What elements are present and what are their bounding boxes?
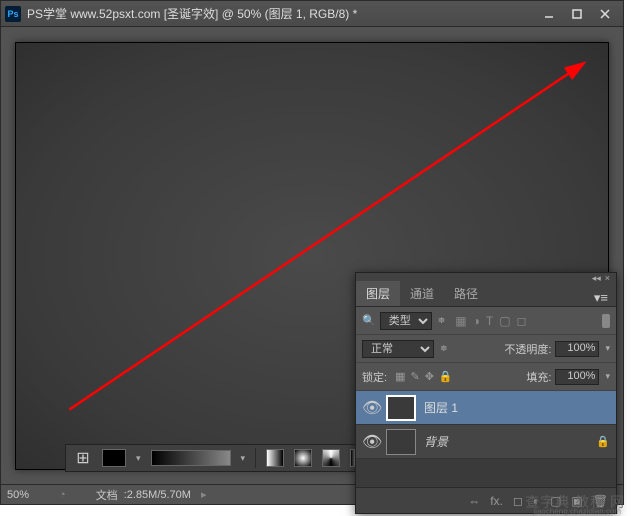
layer-filter-row: 🔍 类型 ≑ ▦ ◑ T ▢ ◻ [356, 307, 616, 335]
visibility-toggle-icon[interactable]: 👁 [362, 398, 378, 418]
close-button[interactable] [591, 4, 619, 24]
toolbar-divider [255, 448, 256, 468]
fill-dropdown-icon[interactable]: ▾ [605, 371, 610, 382]
blend-mode-select[interactable]: 正常 [362, 340, 434, 358]
lock-row: 锁定: ▦ ✎ ✥ 🔒 填充: 100% ▾ [356, 363, 616, 391]
layers-panel: ◂◂ × 图层 通道 路径 ▾≡ 🔍 类型 ≑ ▦ ◑ T ▢ ◻ 正常 ≑ 不… [355, 272, 617, 514]
foreground-color-swatch[interactable] [102, 449, 126, 467]
tab-layers[interactable]: 图层 [356, 281, 400, 306]
doc-size-dropdown-icon[interactable]: ▸ [201, 488, 207, 501]
filter-pixel-icon[interactable]: ▦ [455, 314, 466, 328]
gradient-preview[interactable] [151, 450, 231, 466]
zoom-level[interactable]: 50% [7, 489, 29, 501]
lock-label: 锁定: [362, 369, 387, 385]
panel-close-icon[interactable]: × [605, 273, 610, 283]
layer-item[interactable]: 👁 图层 1 [356, 391, 616, 425]
gradient-dropdown-icon[interactable]: ▾ [241, 453, 246, 464]
lock-transparent-icon[interactable]: ▦ [395, 370, 405, 383]
filter-smart-icon[interactable]: ◻ [517, 314, 527, 328]
fill-label: 填充: [526, 369, 551, 385]
window-title: PS学堂 www.52psxt.com [圣诞字效] @ 50% (图层 1, … [27, 5, 357, 22]
link-layers-icon[interactable]: ⇔ [468, 494, 480, 508]
blend-dropdown-icon[interactable]: ≑ [440, 343, 448, 354]
layer-list: 👁 图层 1 👁 背景 🔒 [356, 391, 616, 487]
layer-list-empty [356, 459, 616, 487]
tab-paths[interactable]: 路径 [444, 281, 488, 306]
panel-menu-icon[interactable]: ▾≡ [586, 290, 616, 306]
filter-toggle[interactable] [602, 314, 610, 328]
radial-gradient-button[interactable] [294, 449, 312, 467]
opacity-label: 不透明度: [504, 341, 551, 357]
filter-text-icon[interactable]: T [486, 314, 493, 328]
layer-name[interactable]: 图层 1 [424, 399, 610, 416]
filter-adjust-icon[interactable]: ◑ [473, 314, 480, 328]
layer-thumbnail[interactable] [386, 429, 416, 455]
titlebar: Ps PS学堂 www.52psxt.com [圣诞字效] @ 50% (图层 … [1, 1, 623, 27]
filter-kind-select[interactable]: 类型 [380, 312, 432, 330]
doc-size-label: 文档 [96, 487, 118, 503]
collapse-icon[interactable]: ◂◂ [592, 273, 601, 284]
opacity-dropdown-icon[interactable]: ▾ [605, 343, 610, 354]
lock-position-icon[interactable]: ✥ [425, 370, 434, 383]
panel-tabs: 图层 通道 路径 ▾≡ [356, 283, 616, 307]
hand-tool-icon[interactable]: ⊞ [74, 449, 92, 467]
lock-icon: 🔒 [596, 435, 610, 448]
search-kind-icon[interactable]: 🔍 [362, 314, 376, 327]
layer-name[interactable]: 背景 [424, 433, 588, 450]
filter-shape-icon[interactable]: ▢ [499, 314, 510, 328]
layer-fx-icon[interactable]: fx. [490, 494, 503, 508]
visibility-toggle-icon[interactable]: 👁 [362, 432, 378, 452]
lock-pixels-icon[interactable]: ✎ [410, 370, 419, 383]
doc-size-value: :2.85M/5.70M [124, 489, 191, 501]
linear-gradient-button[interactable] [266, 449, 284, 467]
layer-thumbnail[interactable] [386, 395, 416, 421]
fill-input[interactable]: 100% [555, 369, 599, 385]
minimize-button[interactable] [535, 4, 563, 24]
layer-item[interactable]: 👁 背景 🔒 [356, 425, 616, 459]
opacity-input[interactable]: 100% [555, 341, 599, 357]
filter-dropdown-icon[interactable]: ≑ [438, 315, 446, 326]
tab-channels[interactable]: 通道 [400, 281, 444, 306]
layer-mask-icon[interactable]: ◻ [513, 494, 523, 508]
status-icon: ◔ [59, 489, 66, 501]
blend-row: 正常 ≑ 不透明度: 100% ▾ [356, 335, 616, 363]
angle-gradient-button[interactable] [322, 449, 340, 467]
maximize-button[interactable] [563, 4, 591, 24]
watermark-url: jiaocheng.chazidian.com [533, 507, 621, 516]
app-icon: Ps [5, 6, 21, 22]
swatch-dropdown-icon[interactable]: ▾ [136, 453, 141, 464]
lock-all-icon[interactable]: 🔒 [439, 370, 453, 383]
